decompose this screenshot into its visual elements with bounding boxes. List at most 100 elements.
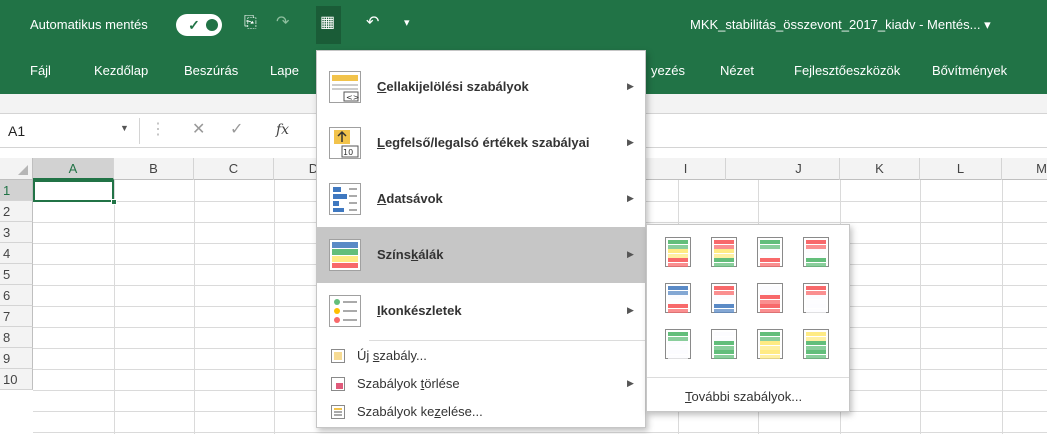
color-scale-band xyxy=(760,258,780,262)
color-scale-option[interactable] xyxy=(711,283,737,313)
color-scale-option[interactable] xyxy=(665,283,691,313)
autosave-toggle[interactable]: ✓ xyxy=(176,14,222,36)
column-header-j[interactable]: J xyxy=(758,158,840,180)
color-scale-band xyxy=(806,308,826,313)
title-bar: Automatikus mentés ✓ ⎘ ↷ ▦ ↶ ▾ MKK_stabi… xyxy=(0,0,1047,50)
menu-item-new-rule[interactable]: Új szabály... xyxy=(317,343,645,369)
select-all-corner[interactable] xyxy=(0,158,33,180)
color-scale-band xyxy=(668,299,688,304)
more-rules-button[interactable]: További szabályok... xyxy=(685,389,802,404)
tab-view[interactable]: Nézet xyxy=(720,63,754,78)
color-scale-option[interactable] xyxy=(803,237,829,267)
name-box[interactable]: A1 ▼ xyxy=(0,118,140,144)
tab-insert[interactable]: Beszúrás xyxy=(184,63,238,78)
row-header-3[interactable]: 3 xyxy=(0,222,33,243)
column-header-c[interactable]: C xyxy=(194,158,274,180)
menu-item-manage-rules[interactable]: Szabályok kezelése... xyxy=(317,399,645,425)
color-scale-band xyxy=(806,341,826,345)
grid-line xyxy=(194,180,195,434)
color-scale-band xyxy=(760,253,780,258)
active-cell-a1[interactable] xyxy=(33,180,114,202)
name-box-value: A1 xyxy=(8,123,26,139)
column-header-k[interactable]: K xyxy=(840,158,920,180)
color-scale-band xyxy=(714,240,734,244)
color-scale-band xyxy=(668,304,688,308)
data-bars-icon xyxy=(329,183,361,215)
tab-addins[interactable]: Bővítmények xyxy=(932,63,1007,78)
menu-item-highlight-cells-rules[interactable]: <> Cellakijelölési szabályok ▶ xyxy=(317,59,645,115)
color-scale-option[interactable] xyxy=(803,283,829,313)
chevron-down-icon[interactable]: ▼ xyxy=(120,123,129,133)
color-scale-option[interactable] xyxy=(665,329,691,359)
menu-item-icon-sets[interactable]: Ikonkészletek ▶ xyxy=(317,283,645,339)
color-scale-option[interactable] xyxy=(711,329,737,359)
cancel-icon[interactable]: ✕ xyxy=(192,122,205,138)
menu-item-data-bars[interactable]: Adatsávok ▶ xyxy=(317,171,645,227)
tab-developer[interactable]: Fejlesztőeszközök xyxy=(794,63,900,78)
color-scale-band xyxy=(668,262,688,267)
color-scale-band xyxy=(668,249,688,253)
fill-handle[interactable] xyxy=(111,199,117,205)
tab-file[interactable]: Fájl xyxy=(30,63,51,78)
color-scale-option[interactable] xyxy=(711,237,737,267)
customize-icon[interactable]: ▾ xyxy=(404,13,410,33)
insert-function-icon[interactable]: fx xyxy=(276,122,289,138)
color-scale-band xyxy=(668,240,688,244)
menu-item-color-scales[interactable]: Színskálák ▶ xyxy=(317,227,645,283)
row-header-5[interactable]: 5 xyxy=(0,264,33,285)
color-scale-option[interactable] xyxy=(803,329,829,359)
confirm-icon[interactable]: ✓ xyxy=(230,122,243,138)
icon-sets-icon xyxy=(329,295,361,327)
color-scale-band xyxy=(668,244,688,249)
row-header-4[interactable]: 4 xyxy=(0,243,33,264)
color-scale-band xyxy=(806,240,826,244)
color-scale-band xyxy=(806,253,826,258)
row-header-2[interactable]: 2 xyxy=(0,201,33,222)
svg-text:10: 10 xyxy=(343,148,353,157)
row-header-10[interactable]: 10 xyxy=(0,369,33,390)
menu-item-label: Cellakijelölési szabályok xyxy=(377,79,529,94)
color-scale-band xyxy=(760,244,780,249)
row-header-7[interactable]: 7 xyxy=(0,306,33,327)
color-scale-band xyxy=(714,336,734,341)
redo-icon[interactable]: ↷ xyxy=(276,13,289,33)
column-header-b[interactable]: B xyxy=(114,158,194,180)
column-header-i[interactable]: I xyxy=(646,158,726,180)
color-scale-band xyxy=(760,341,780,345)
menu-separator xyxy=(647,377,849,378)
row-header-6[interactable]: 6 xyxy=(0,285,33,306)
menu-item-label: Új szabály... xyxy=(357,348,427,363)
tab-page-layout[interactable]: Lape xyxy=(270,63,299,78)
color-scale-band xyxy=(806,336,826,341)
column-header-a[interactable]: A xyxy=(33,158,114,180)
svg-text:<>: <> xyxy=(346,93,359,102)
color-scale-option[interactable] xyxy=(757,329,783,359)
color-scale-band xyxy=(760,308,780,313)
save-icon[interactable]: ⎘ xyxy=(244,13,257,33)
color-scale-band xyxy=(760,336,780,341)
color-scale-option[interactable] xyxy=(757,283,783,313)
color-scale-band xyxy=(760,262,780,267)
color-scale-option[interactable] xyxy=(665,237,691,267)
conditional-format-icon: ▦ xyxy=(320,14,336,31)
separator-icon: ⋮ xyxy=(150,121,166,138)
color-scale-band xyxy=(714,345,734,350)
color-scale-band xyxy=(806,286,826,290)
row-header-8[interactable]: 8 xyxy=(0,327,33,348)
new-rule-icon xyxy=(331,349,345,363)
menu-item-top-bottom-rules[interactable]: 10 Legfelső/legalsó értékek szabályai ▶ xyxy=(317,115,645,171)
grid-line xyxy=(33,432,1047,433)
menu-item-label: Legfelső/legalsó értékek szabályai xyxy=(377,135,590,150)
color-scale-band xyxy=(760,286,780,290)
tab-review[interactable]: yezés xyxy=(651,63,685,78)
row-header-1[interactable]: 1 xyxy=(0,180,33,201)
column-header-m[interactable]: M xyxy=(1002,158,1047,180)
color-scale-band xyxy=(806,290,826,295)
undo-icon[interactable]: ↶ xyxy=(366,13,379,33)
row-header-9[interactable]: 9 xyxy=(0,348,33,369)
color-scale-band xyxy=(714,290,734,295)
menu-item-clear-rules[interactable]: Szabályok törlése ▶ xyxy=(317,371,645,397)
column-header-l[interactable]: L xyxy=(920,158,1002,180)
color-scale-option[interactable] xyxy=(757,237,783,267)
tab-home[interactable]: Kezdőlap xyxy=(94,63,148,78)
